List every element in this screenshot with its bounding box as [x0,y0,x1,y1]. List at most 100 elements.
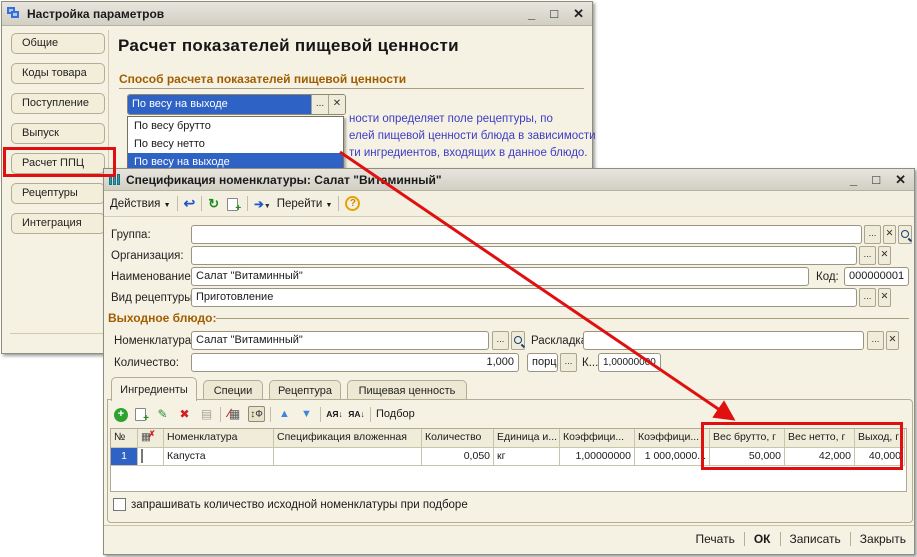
move-down-icon[interactable]: ▼ [298,406,315,422]
row-flag-cell[interactable] [138,448,164,466]
row-nomenclature-cell[interactable]: Капуста [164,448,274,466]
toolbar-separator [370,407,371,422]
close-icon[interactable]: ✕ [895,173,906,186]
unit-field[interactable]: порц [527,353,558,372]
tab-pischevaya-cennost[interactable]: Пищевая ценность [347,380,467,401]
org-ellipsis-button[interactable]: ... [859,246,876,265]
settings-tab-postuplenie[interactable]: Поступление [11,93,105,114]
nomenclature-field[interactable]: Салат "Витаминный" [191,331,489,350]
nomenclature-search-button[interactable] [511,331,525,350]
settings-tab-integracia[interactable]: Интеграция [11,213,105,234]
end-edit-icon[interactable]: ▤ [198,406,215,422]
combo-selected-value: По весу на выходе [128,95,311,114]
calc-method-combobox[interactable]: По весу на выходе ... ✕ [127,94,346,115]
spec-titlebar[interactable]: Спецификация номенклатуры: Салат "Витами… [104,169,914,191]
code-label: Код: [816,271,839,283]
recipe-ellipsis-button[interactable]: ... [859,288,876,307]
reread-icon[interactable]: ↩ [184,195,196,212]
group-search-button[interactable] [898,225,912,244]
actions-button[interactable]: Действия ▼ [110,198,171,210]
row-coeff1-cell[interactable]: 1,00000000 [560,448,635,466]
help-icon[interactable]: ? [345,196,360,211]
unit-ellipsis-button[interactable]: ... [560,353,577,372]
edit-row-icon[interactable]: ✎ [154,406,171,422]
ask-quantity-checkbox[interactable] [113,498,126,511]
maximize-icon[interactable]: □ [872,173,880,186]
row-unit-cell[interactable]: кг [494,448,560,466]
close-button[interactable]: Закрыть [860,532,906,546]
row-coeff2-cell[interactable]: 1 000,0000... [635,448,710,466]
settings-tab-obschie[interactable]: Общие [11,33,105,54]
settings-tab-vypusk[interactable]: Выпуск [11,123,105,144]
copy-new-icon[interactable]: + [227,198,238,211]
combo-clear-button[interactable]: ✕ [328,95,345,114]
go-icon[interactable]: ➔▼ [254,197,271,211]
nomenclature-ellipsis-button[interactable]: ... [492,331,509,350]
name-field-label: Наименование: [111,271,194,283]
org-clear-button[interactable]: ✕ [878,246,891,265]
toolbar-separator [338,196,339,211]
org-field[interactable] [191,246,857,265]
settings-heading: Расчет показателей пищевой ценности [118,36,459,56]
recipe-clear-button[interactable]: ✕ [878,288,891,307]
form-settings-icon[interactable]: ↕Ф [248,406,265,422]
footer-buttons: Печать ОК Записать Закрыть [696,530,906,548]
group-clear-button[interactable]: ✕ [883,225,896,244]
row-output-cell[interactable]: 40,000 [855,448,905,466]
print-button[interactable]: Печать [696,532,735,546]
tab-receptura[interactable]: Рецептура [269,380,341,401]
coefficient-field[interactable]: 1,00000000 [598,353,661,372]
copy-row-icon[interactable]: + [135,408,146,421]
table-header-row: № ▦✗ Номенклатура Спецификация вложенная… [111,429,906,448]
row-gross-cell[interactable]: 50,000 [710,448,785,466]
podbor-button[interactable]: Подбор [376,408,415,420]
minimize-icon[interactable]: _ [850,173,857,186]
name-field[interactable]: Салат "Витаминный" [191,267,809,286]
settings-tab-raschet-ppc[interactable]: Расчет ППЦ [11,153,105,174]
settings-title: Настройка параметров [27,7,164,21]
row-spec-cell[interactable] [274,448,422,466]
toolbar-separator [247,196,248,211]
recipe-type-field[interactable]: Приготовление [191,288,857,307]
raskladka-ellipsis-button[interactable]: ... [867,331,884,350]
refresh-icon[interactable]: ↻ [208,196,219,212]
group-ellipsis-button[interactable]: ... [864,225,881,244]
header-coeff-1: Коэффици... [560,429,635,448]
group-underline [119,88,584,89]
deletion-mark-icon[interactable]: ▦∕ [226,406,243,422]
combo-ellipsis-button[interactable]: ... [311,95,328,114]
quantity-field[interactable]: 1,000 [191,353,519,372]
row-net-cell[interactable]: 42,000 [785,448,855,466]
tab-specii[interactable]: Специи [203,380,263,401]
sort-asc-icon[interactable]: АЯ↓ [326,406,343,422]
goto-button[interactable]: Перейти ▼ [277,198,333,210]
spec-title: Спецификация номенклатуры: Салат "Витами… [126,173,442,187]
maximize-icon[interactable]: □ [550,7,558,20]
table-row[interactable]: 1 Капуста 0,050 кг 1,00000000 1 000,0000… [111,448,906,466]
row-checkbox[interactable] [141,449,143,463]
table-columns-icon [109,174,120,185]
settings-tab-kody[interactable]: Коды товара [11,63,105,84]
move-up-icon[interactable]: ▲ [276,406,293,422]
sort-desc-icon[interactable]: ЯА↓ [348,406,365,422]
code-field[interactable]: 000000001 [844,267,909,286]
add-row-icon[interactable]: + [114,408,128,422]
raskladka-clear-button[interactable]: ✕ [886,331,899,350]
settings-tab-receptury[interactable]: Рецептуры [11,183,105,204]
delete-row-icon[interactable]: ✖ [176,406,193,422]
minimize-icon[interactable]: _ [528,7,535,20]
row-num-cell[interactable]: 1 [111,448,138,466]
raskladka-label: Раскладка: [531,335,590,347]
row-quantity-cell[interactable]: 0,050 [422,448,494,466]
ok-button[interactable]: ОК [754,532,771,546]
dropdown-item-brutto[interactable]: По весу брутто [128,117,343,135]
dropdown-item-netto[interactable]: По весу нетто [128,135,343,153]
tab-ingredienty[interactable]: Ингредиенты [111,377,197,401]
group-field[interactable] [191,225,862,244]
button-separator [744,532,745,546]
settings-titlebar[interactable]: Настройка параметров _ □ ✕ [2,2,592,26]
close-icon[interactable]: ✕ [573,7,584,20]
header-net-weight: Вес нетто, г [785,429,855,448]
raskladka-field[interactable] [583,331,864,350]
save-button[interactable]: Записать [790,532,841,546]
